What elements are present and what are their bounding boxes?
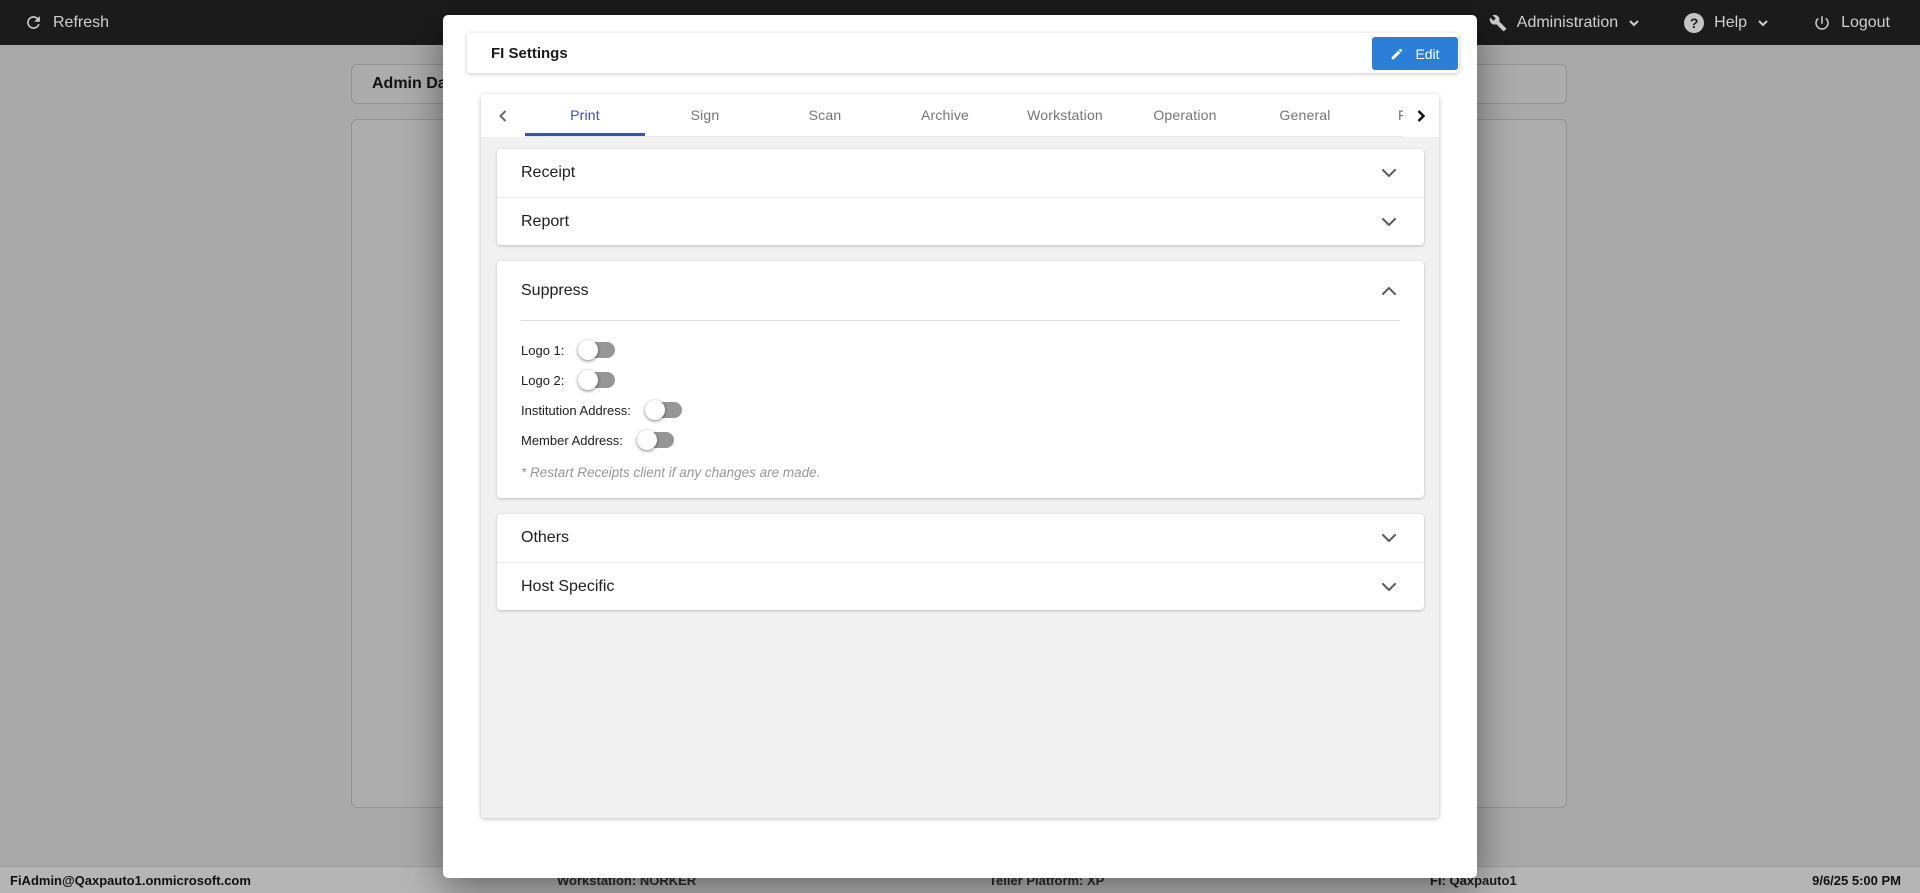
logo2-toggle[interactable] — [578, 370, 616, 390]
logout-button[interactable]: Logout — [1813, 14, 1890, 32]
chevron-down-icon — [1382, 217, 1396, 226]
active-tab-indicator — [525, 133, 645, 136]
accordion-suppress[interactable]: Suppress — [497, 261, 1424, 320]
accordion-others[interactable]: Others — [497, 514, 1424, 562]
administration-menu[interactable]: Administration — [1489, 14, 1640, 32]
accordion-report[interactable]: Report — [497, 197, 1424, 245]
accordion-suppress-label: Suppress — [521, 281, 589, 299]
logged-in-user: FiAdmin@Qaxpauto1.onmicrosoft.com — [10, 873, 251, 888]
tab-scan[interactable]: Scan — [765, 94, 885, 137]
accordion-receipt[interactable]: Receipt — [497, 149, 1424, 197]
member-address-toggle[interactable] — [636, 430, 675, 450]
tab-operation[interactable]: Operation — [1125, 94, 1245, 137]
restart-note: * Restart Receipts client if any changes… — [521, 465, 821, 480]
institution-address-toggle-row: Institution Address: — [521, 395, 1400, 425]
institution-address-toggle[interactable] — [644, 400, 683, 420]
pencil-icon — [1390, 47, 1404, 61]
accordion-receipt-label: Receipt — [521, 164, 576, 181]
accordion-others-label: Others — [521, 529, 570, 546]
settings-card: Print Sign Scan Archive Workstation Oper… — [481, 94, 1439, 818]
tab-general[interactable]: General — [1245, 94, 1365, 137]
logo2-toggle-row: Logo 2: — [521, 365, 1400, 395]
accordion-host-specific[interactable]: Host Specific — [497, 562, 1424, 610]
member-address-toggle-row: Member Address: — [521, 425, 1400, 455]
dialog-header: FI Settings — [467, 33, 1459, 73]
accordion-group-other: Others Host Specific — [497, 514, 1424, 610]
tabs-scroll-left-button[interactable] — [481, 94, 525, 137]
tab-strip: Print Sign Scan Archive Workstation Oper… — [481, 94, 1439, 137]
administration-label: Administration — [1516, 13, 1619, 31]
wrench-icon — [1489, 14, 1507, 32]
tab-sign[interactable]: Sign — [645, 94, 765, 137]
dialog-title: FI Settings — [491, 44, 568, 62]
chevron-down-icon — [1628, 19, 1640, 27]
help-icon: ? — [1684, 12, 1705, 33]
tabs-scroll-right-button[interactable] — [1403, 94, 1439, 137]
logo2-label: Logo 2: — [521, 372, 565, 388]
edit-button-label: Edit — [1415, 45, 1440, 62]
accordion-report-label: Report — [521, 212, 570, 230]
suppress-content: Logo 1: Logo 2: Institution Address: Mem… — [497, 321, 1424, 498]
status-datetime: 9/6/25 5:00 PM — [1812, 873, 1901, 888]
tab-clipped[interactable]: F — [1365, 94, 1403, 137]
member-address-label: Member Address: — [521, 432, 623, 448]
chevron-up-icon — [1382, 286, 1396, 295]
toggle-thumb — [644, 400, 665, 420]
toggle-thumb — [636, 430, 657, 450]
power-icon — [1813, 14, 1831, 32]
tabs: Print Sign Scan Archive Workstation Oper… — [525, 94, 1403, 137]
fi-settings-dialog: FI Settings Edit Print Sign Scan Archive… — [443, 15, 1477, 878]
edit-button[interactable]: Edit — [1372, 37, 1458, 70]
chevron-down-icon — [1382, 582, 1396, 591]
accordion-suppress-panel: Suppress Logo 1: Logo 2: Institution Add… — [497, 261, 1424, 498]
logo1-toggle-row: Logo 1: — [521, 335, 1400, 365]
chevron-down-icon — [1757, 19, 1769, 27]
logo1-label: Logo 1: — [521, 342, 565, 358]
refresh-label: Refresh — [53, 13, 110, 31]
refresh-button[interactable]: Refresh — [24, 13, 109, 32]
logo1-toggle[interactable] — [578, 340, 616, 360]
accordion-host-specific-label: Host Specific — [521, 577, 615, 595]
chevron-down-icon — [1382, 534, 1396, 542]
tab-print[interactable]: Print — [525, 94, 645, 137]
help-label: Help — [1714, 13, 1748, 31]
help-menu[interactable]: ? Help — [1684, 12, 1769, 33]
tab-archive[interactable]: Archive — [885, 94, 1005, 137]
refresh-icon — [24, 13, 43, 32]
accordion-group-print: Receipt Report — [497, 149, 1424, 245]
logout-label: Logout — [1841, 13, 1890, 31]
chevron-down-icon — [1382, 169, 1396, 177]
institution-address-label: Institution Address: — [521, 402, 631, 418]
tab-workstation[interactable]: Workstation — [1005, 94, 1125, 137]
